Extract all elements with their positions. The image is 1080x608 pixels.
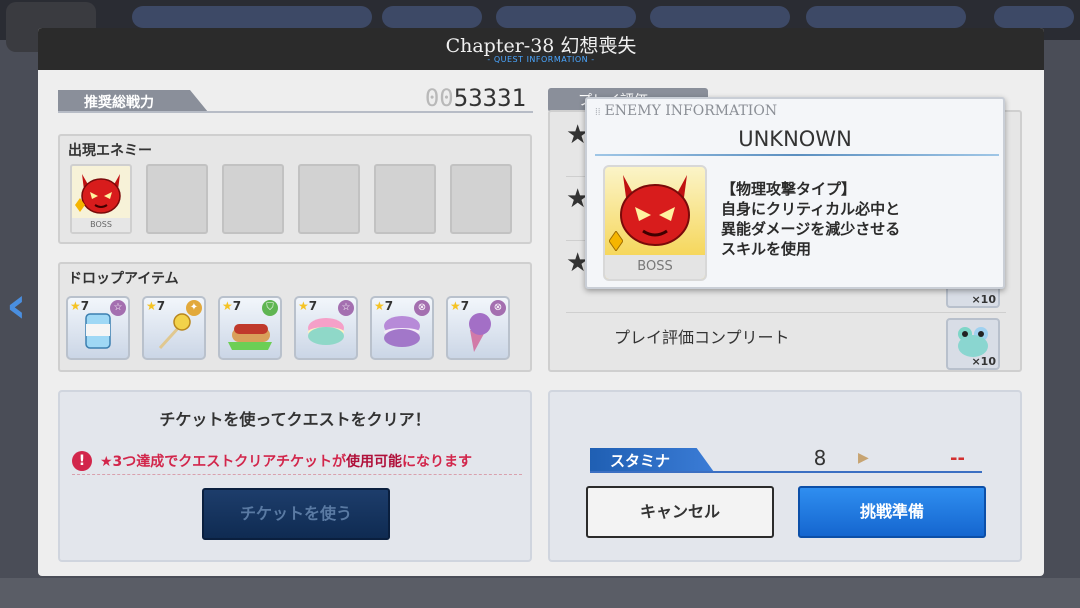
drop-item[interactable]: ★7 ⊗ [370,296,434,360]
enemy-info-popup: ⁞⁞ ENEMY INFORMATION UNKNOWN BOSS 【物理攻撃タイ… [585,97,1005,289]
enemy-slot-empty [374,164,436,234]
drop-item-panel: ドロップアイテム ★7 ☆ ★7 ✦ ★7 ⛉ ★7 ☆ ★7 ⊗ ★7 ⊗ [58,262,532,372]
stamina-current: 8 [813,446,827,470]
drop-item[interactable]: ★7 ⛉ [218,296,282,360]
drop-bonus-badge: ✦ [186,300,202,316]
stamina-underline [590,471,982,473]
drop-cross-badge: ⊗ [414,300,430,316]
yellow-gem-icon [609,231,623,251]
enemy-slot-boss[interactable]: BOSS [70,164,132,234]
enemy-slot-empty [450,164,512,234]
drop-star-badge: ☆ [110,300,126,316]
background-left-arrow-icon: ‹ [6,276,27,334]
stamina-after: -- [950,448,965,469]
enemy-description-line: 自身にクリティカル必中と [721,200,901,218]
grip-icon: ⁞⁞ [595,107,601,118]
drop-item[interactable]: ★7 ✦ [142,296,206,360]
background-pill [382,6,482,28]
reward-count: ×10 [971,293,996,306]
drop-item-panel-title: ドロップアイテム [68,271,179,287]
enemy-portrait: BOSS [603,165,707,281]
background-pill [650,6,790,28]
ticket-note-divider [72,474,522,475]
ticket-heading: チケットを使ってクエストをクリア！ [159,410,431,429]
enemy-slot-empty [298,164,360,234]
enemy-portrait-boss-tag: BOSS [605,255,705,279]
enemy-boss-tag: BOSS [72,218,130,232]
ticket-note: ! ★3つ達成でクエストクリアチケットが使用可能になります [72,448,522,474]
red-devil-icon [81,174,121,214]
power-value-number: 53331 [453,84,526,112]
background-pill [806,6,966,28]
background-pill [132,6,372,28]
drop-star-badge: ☆ [338,300,354,316]
cancel-button[interactable]: キャンセル [586,486,774,538]
evaluation-complete-label: プレイ評価コンプリート [614,328,790,347]
drop-cross-badge: ⊗ [490,300,506,316]
drop-shield-badge: ⛉ [262,300,278,316]
alert-icon: ! [72,451,92,471]
use-ticket-button[interactable]: チケットを使う [202,488,390,540]
drop-item[interactable]: ★7 ☆ [294,296,358,360]
challenge-prepare-button[interactable]: 挑戦準備 [798,486,986,538]
enemy-name: UNKNOWN [738,127,852,151]
dialog-title: Chapter-38 幻想喪失 [445,35,637,57]
enemy-description: 【物理攻撃タイプ】 自身にクリティカル必中と 異能ダメージを減少させる スキルを… [721,179,991,259]
ticket-note-text: ★3つ達成でクエストクリアチケットが使用可能になります [100,454,473,470]
power-value-prefix: 00 [424,84,454,112]
background-pill [496,6,636,28]
enemy-description-line: スキルを使用 [721,240,812,258]
drop-item[interactable]: ★7 ⊗ [446,296,510,360]
enemy-description-line: 【物理攻撃タイプ】 [721,180,857,198]
ticket-panel: チケットを使ってクエストをクリア！ ! ★3つ達成でクエストクリアチケットが使用… [58,390,532,562]
enemy-info-header: ⁞⁞ ENEMY INFORMATION [595,103,778,119]
evaluation-row-divider [566,312,1006,313]
recommended-power-value: 0053331 [398,84,526,112]
reward-count: ×10 [971,355,996,368]
complete-reward[interactable]: ×10 [946,318,1000,370]
arrow-right-icon: ▶ [858,450,869,466]
stamina-label: スタミナ [590,448,714,472]
enemy-panel: 出現エネミー BOSS [58,134,532,244]
enemy-slot-empty [146,164,208,234]
dialog-header: Chapter-38 幻想喪失 - QUEST INFORMATION - [38,28,1044,70]
enemy-description-line: 異能ダメージを減少させる [721,220,901,238]
background-pill [994,6,1074,28]
enemy-info-divider [595,154,999,156]
stamina-panel: スタミナ 8 ▶ -- キャンセル 挑戦準備 [548,390,1022,562]
background-bottom-bar [0,578,1080,608]
enemy-panel-title: 出現エネミー [68,143,152,159]
enemy-slot-empty [222,164,284,234]
yellow-gem-icon [75,198,85,212]
recommended-power-label: 推奨総戦力 [58,90,208,112]
dialog-subtitle: - QUEST INFORMATION - [487,55,595,64]
drop-item[interactable]: ★7 ☆ [66,296,130,360]
